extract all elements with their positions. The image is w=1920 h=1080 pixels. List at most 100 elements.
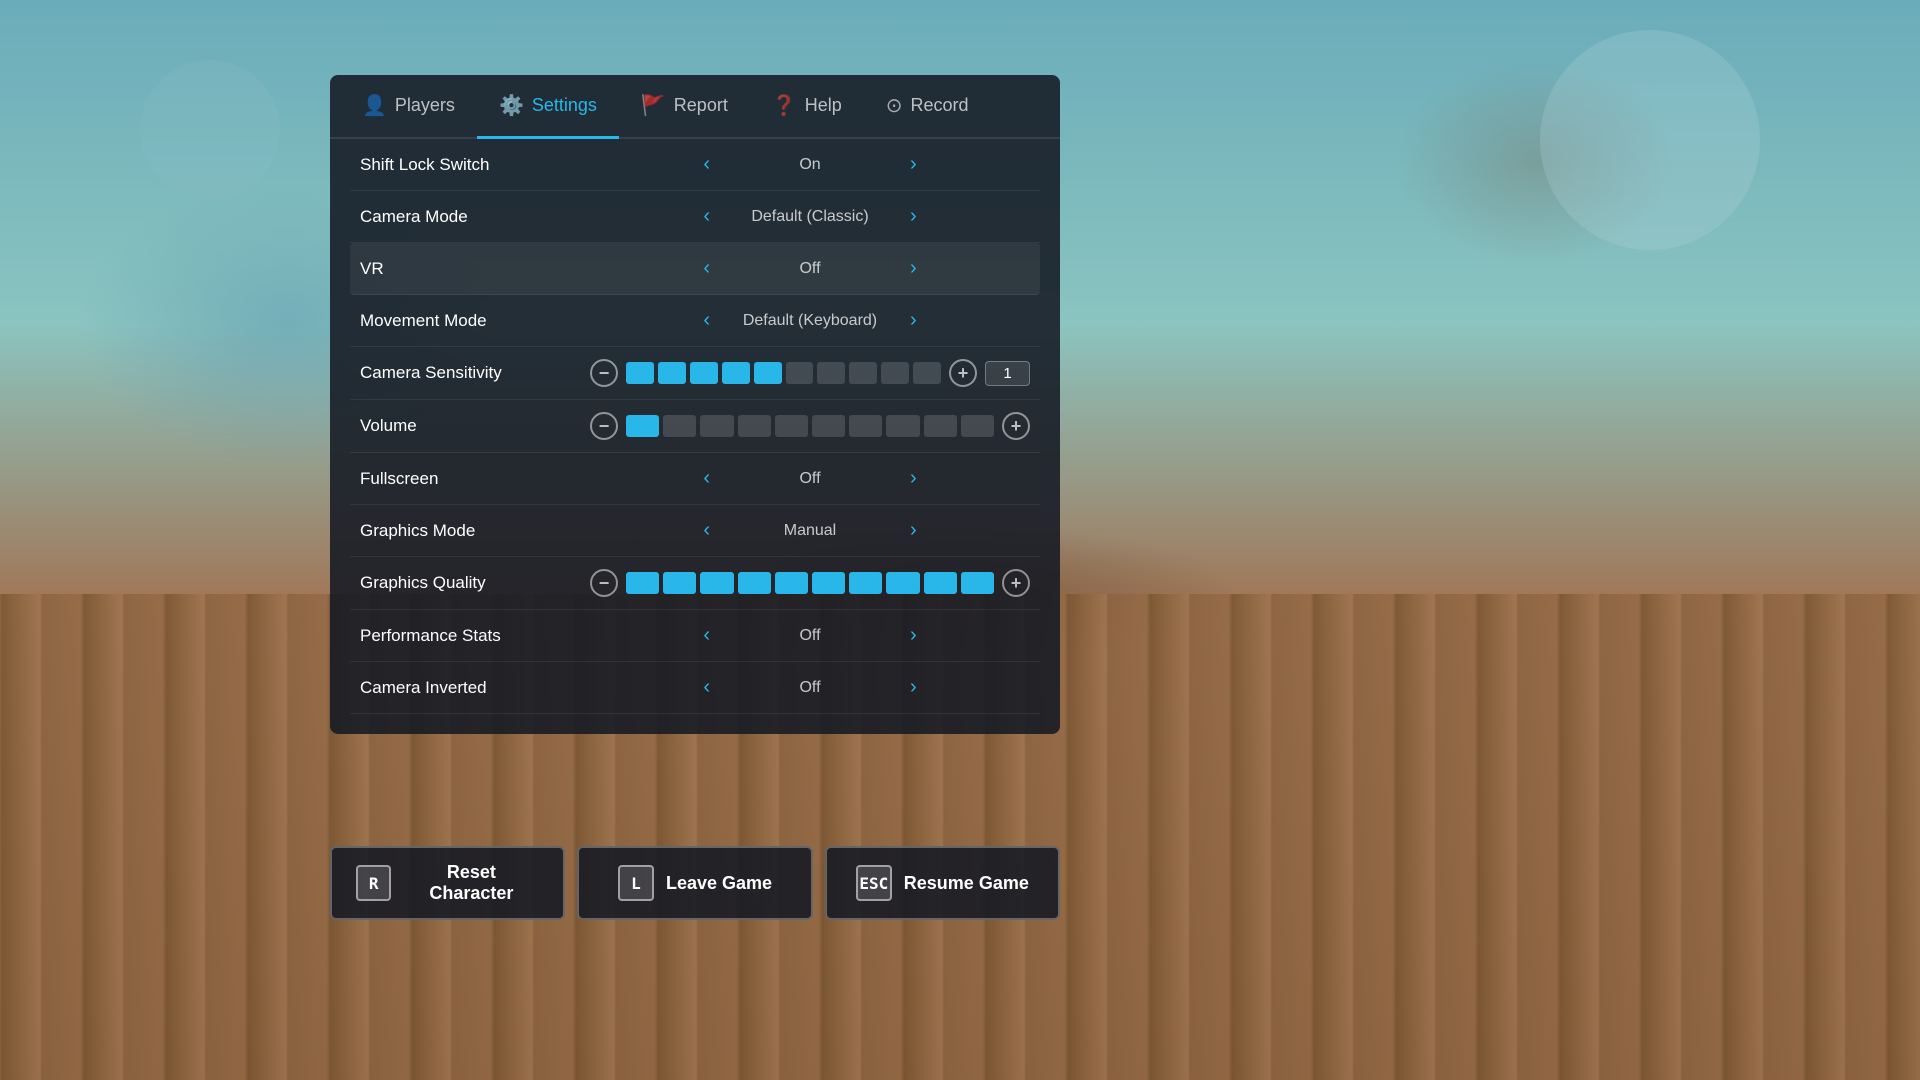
setting-fullscreen: Fullscreen ‹ Off › (350, 453, 1040, 505)
graphics-quality-plus[interactable]: + (1002, 569, 1030, 597)
volume-control: − + (590, 412, 1030, 440)
setting-performance-stats: Performance Stats ‹ Off › (350, 610, 1040, 662)
resume-key-badge: ESC (856, 865, 892, 901)
graphics-quality-minus[interactable]: − (590, 569, 618, 597)
vr-next[interactable]: › (902, 255, 925, 282)
camera-sensitivity-input[interactable] (985, 361, 1030, 386)
camera-inverted-label: Camera Inverted (360, 678, 590, 698)
shift-lock-next[interactable]: › (902, 151, 925, 178)
seg-3[interactable] (690, 362, 718, 384)
vol-seg-3[interactable] (700, 415, 733, 437)
tab-help[interactable]: ❓ Help (750, 75, 864, 139)
camera-mode-prev[interactable]: ‹ (695, 203, 718, 230)
gq-seg-6[interactable] (812, 572, 845, 594)
camera-sensitivity-minus[interactable]: − (590, 359, 618, 387)
gq-seg-2[interactable] (663, 572, 696, 594)
help-icon: ❓ (772, 93, 797, 118)
vr-prev[interactable]: ‹ (695, 255, 718, 282)
performance-stats-label: Performance Stats (360, 626, 590, 646)
tab-settings-label: Settings (532, 95, 597, 116)
tab-record[interactable]: ⊙ Record (864, 75, 991, 139)
tab-report-label: Report (674, 95, 728, 116)
vr-control: ‹ Off › (590, 255, 1030, 282)
tab-settings[interactable]: ⚙️ Settings (477, 75, 619, 139)
action-buttons: R Reset Character L Leave Game ESC Resum… (330, 846, 1060, 920)
seg-6[interactable] (786, 362, 814, 384)
vol-seg-8[interactable] (886, 415, 919, 437)
fullscreen-control: ‹ Off › (590, 465, 1030, 492)
vr-value: Off (730, 260, 890, 278)
camera-inverted-prev[interactable]: ‹ (695, 674, 718, 701)
fullscreen-prev[interactable]: ‹ (695, 465, 718, 492)
gq-seg-1[interactable] (626, 572, 659, 594)
reset-character-button[interactable]: R Reset Character (330, 846, 565, 920)
leave-key-badge: L (618, 865, 654, 901)
movement-mode-value: Default (Keyboard) (730, 312, 890, 330)
fullscreen-value: Off (730, 470, 890, 488)
settings-icon: ⚙️ (499, 93, 524, 118)
volume-minus[interactable]: − (590, 412, 618, 440)
vol-seg-6[interactable] (812, 415, 845, 437)
shift-lock-control: ‹ On › (590, 151, 1030, 178)
setting-camera-sensitivity: Camera Sensitivity − + (350, 347, 1040, 400)
gq-seg-7[interactable] (849, 572, 882, 594)
vol-seg-5[interactable] (775, 415, 808, 437)
reset-key-badge: R (356, 865, 391, 901)
deco-circle-1 (1540, 30, 1760, 250)
performance-stats-next[interactable]: › (902, 622, 925, 649)
gq-seg-8[interactable] (886, 572, 919, 594)
vol-seg-10[interactable] (961, 415, 994, 437)
seg-2[interactable] (658, 362, 686, 384)
resume-game-button[interactable]: ESC Resume Game (825, 846, 1060, 920)
volume-track[interactable] (626, 415, 994, 437)
setting-volume: Volume − + (350, 400, 1040, 453)
graphics-mode-control: ‹ Manual › (590, 517, 1030, 544)
volume-plus[interactable]: + (1002, 412, 1030, 440)
seg-4[interactable] (722, 362, 750, 384)
tab-players[interactable]: 👤 Players (340, 75, 477, 139)
performance-stats-value: Off (730, 627, 890, 645)
shift-lock-prev[interactable]: ‹ (695, 151, 718, 178)
movement-mode-label: Movement Mode (360, 311, 590, 331)
setting-vr: VR ‹ Off › (350, 243, 1040, 295)
seg-1[interactable] (626, 362, 654, 384)
vol-seg-1[interactable] (626, 415, 659, 437)
vol-seg-7[interactable] (849, 415, 882, 437)
graphics-mode-next[interactable]: › (902, 517, 925, 544)
vol-seg-2[interactable] (663, 415, 696, 437)
movement-mode-prev[interactable]: ‹ (695, 307, 718, 334)
leave-game-button[interactable]: L Leave Game (577, 846, 812, 920)
reset-character-label: Reset Character (403, 862, 539, 904)
graphics-mode-value: Manual (730, 522, 890, 540)
gq-seg-10[interactable] (961, 572, 994, 594)
fullscreen-next[interactable]: › (902, 465, 925, 492)
resume-game-label: Resume Game (904, 873, 1029, 894)
seg-7[interactable] (817, 362, 845, 384)
camera-inverted-control: ‹ Off › (590, 674, 1030, 701)
gq-seg-4[interactable] (738, 572, 771, 594)
seg-8[interactable] (849, 362, 877, 384)
gq-seg-5[interactable] (775, 572, 808, 594)
vol-seg-9[interactable] (924, 415, 957, 437)
camera-inverted-next[interactable]: › (902, 674, 925, 701)
camera-sensitivity-track[interactable] (626, 362, 941, 384)
settings-list: Shift Lock Switch ‹ On › Camera Mode ‹ D… (330, 139, 1060, 714)
graphics-mode-prev[interactable]: ‹ (695, 517, 718, 544)
graphics-mode-label: Graphics Mode (360, 521, 590, 541)
tab-record-label: Record (911, 95, 969, 116)
seg-9[interactable] (881, 362, 909, 384)
camera-mode-next[interactable]: › (902, 203, 925, 230)
camera-sensitivity-plus[interactable]: + (949, 359, 977, 387)
vol-seg-4[interactable] (738, 415, 771, 437)
seg-5[interactable] (754, 362, 782, 384)
camera-sensitivity-control: − + (590, 359, 1030, 387)
graphics-quality-track[interactable] (626, 572, 994, 594)
performance-stats-prev[interactable]: ‹ (695, 622, 718, 649)
tab-report[interactable]: 🚩 Report (619, 75, 750, 139)
settings-panel: 👤 Players ⚙️ Settings 🚩 Report ❓ Help ⊙ … (330, 75, 1060, 734)
movement-mode-next[interactable]: › (902, 307, 925, 334)
seg-10[interactable] (913, 362, 941, 384)
volume-label: Volume (360, 416, 590, 436)
gq-seg-9[interactable] (924, 572, 957, 594)
gq-seg-3[interactable] (700, 572, 733, 594)
